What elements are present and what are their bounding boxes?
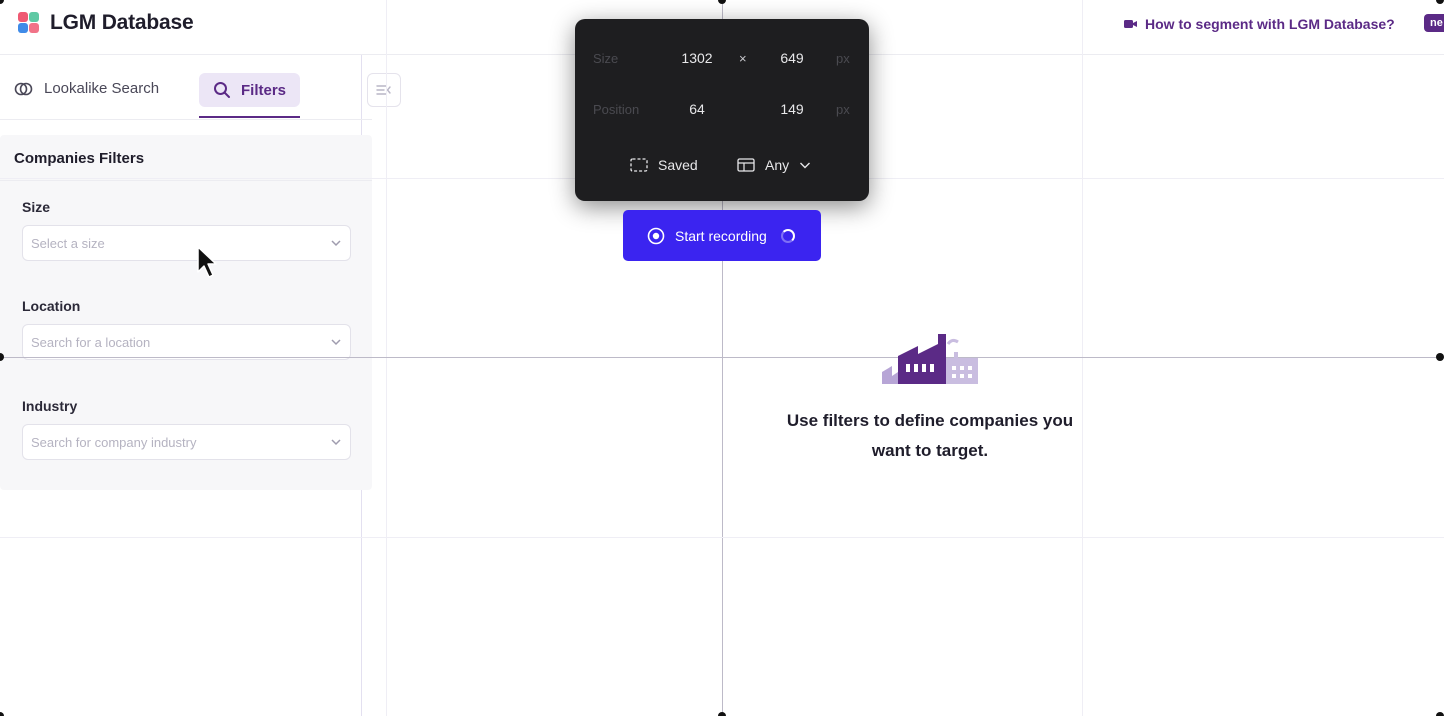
lookalike-icon: [14, 82, 33, 95]
height-input[interactable]: 649: [762, 50, 822, 66]
resize-handle[interactable]: [718, 712, 726, 716]
saved-region-button[interactable]: Saved: [630, 157, 698, 173]
dashed-square-icon: [630, 158, 648, 172]
app-logo-icon: [18, 12, 40, 34]
times-sign: ×: [739, 51, 747, 66]
companies-filters-panel: Companies Filters Size Select a size Loc…: [0, 135, 372, 490]
search-icon: [214, 82, 230, 98]
help-video-link[interactable]: How to segment with LGM Database?: [1124, 16, 1395, 32]
chevron-down-icon: [331, 439, 341, 446]
empty-state-message: Use filters to define companies you want…: [760, 406, 1100, 466]
size-filter-label: Size: [22, 199, 51, 215]
tab-filters[interactable]: Filters: [199, 73, 301, 107]
collapse-sidebar-button[interactable]: [367, 73, 401, 107]
new-badge: ne: [1424, 14, 1444, 32]
location-filter-label: Location: [22, 298, 81, 314]
position-unit: px: [836, 102, 850, 117]
size-label: Size: [593, 51, 619, 66]
resize-handle[interactable]: [1436, 353, 1444, 361]
start-recording-label: Start recording: [675, 227, 767, 244]
chevron-down-icon: [331, 339, 341, 346]
video-icon: [1124, 20, 1137, 28]
collapse-menu-icon: [376, 85, 391, 95]
location-select-placeholder: Search for a location: [31, 335, 151, 350]
factory-icon: [882, 334, 978, 384]
industry-filter-label: Industry: [22, 398, 78, 414]
start-recording-button[interactable]: Start recording: [623, 210, 821, 261]
resize-handle[interactable]: [1436, 712, 1444, 716]
aspect-ratio-dropdown[interactable]: Any: [737, 157, 811, 173]
size-select-placeholder: Select a size: [31, 236, 105, 251]
tab-lookalike-label: Lookalike Search: [44, 80, 160, 97]
window-icon: [737, 158, 755, 172]
active-tab-indicator: [199, 116, 300, 118]
mouse-cursor-icon: [197, 246, 217, 278]
location-select[interactable]: Search for a location: [22, 324, 351, 360]
tab-filters-label: Filters: [241, 81, 287, 99]
record-icon: [647, 227, 665, 244]
sidebar-tabs: Lookalike Search Filters: [0, 55, 372, 120]
chevron-down-icon: [800, 162, 811, 169]
recording-settings-panel: Size 1302 × 649 px Position 64 149 px Sa…: [575, 19, 869, 201]
tab-lookalike-search[interactable]: Lookalike Search: [14, 80, 159, 97]
guide-line-center: [0, 357, 1444, 358]
position-x-input[interactable]: 64: [667, 101, 727, 117]
position-y-input[interactable]: 149: [762, 101, 822, 117]
app-title: LGM Database: [50, 11, 194, 34]
guide-line: [0, 537, 1444, 538]
sidebar: Lookalike Search Filters Companies Filte…: [0, 55, 401, 716]
divider: [0, 180, 372, 181]
width-input[interactable]: 1302: [667, 50, 727, 66]
guide-line: [386, 0, 387, 716]
position-label: Position: [593, 102, 640, 117]
industry-select-placeholder: Search for company industry: [31, 435, 197, 450]
size-select[interactable]: Select a size: [22, 225, 351, 261]
empty-state-line-2: want to target.: [871, 441, 989, 460]
industry-select[interactable]: Search for company industry: [22, 424, 351, 460]
any-label: Any: [765, 157, 790, 173]
saved-label: Saved: [658, 157, 698, 173]
help-link-label: How to segment with LGM Database?: [1145, 16, 1395, 32]
chevron-down-icon: [331, 240, 341, 247]
loading-spinner-icon: [780, 228, 795, 243]
size-unit: px: [836, 51, 850, 66]
empty-state-line-1: Use filters to define companies you: [786, 411, 1074, 430]
guide-line: [1082, 0, 1083, 716]
panel-title: Companies Filters: [14, 150, 145, 167]
